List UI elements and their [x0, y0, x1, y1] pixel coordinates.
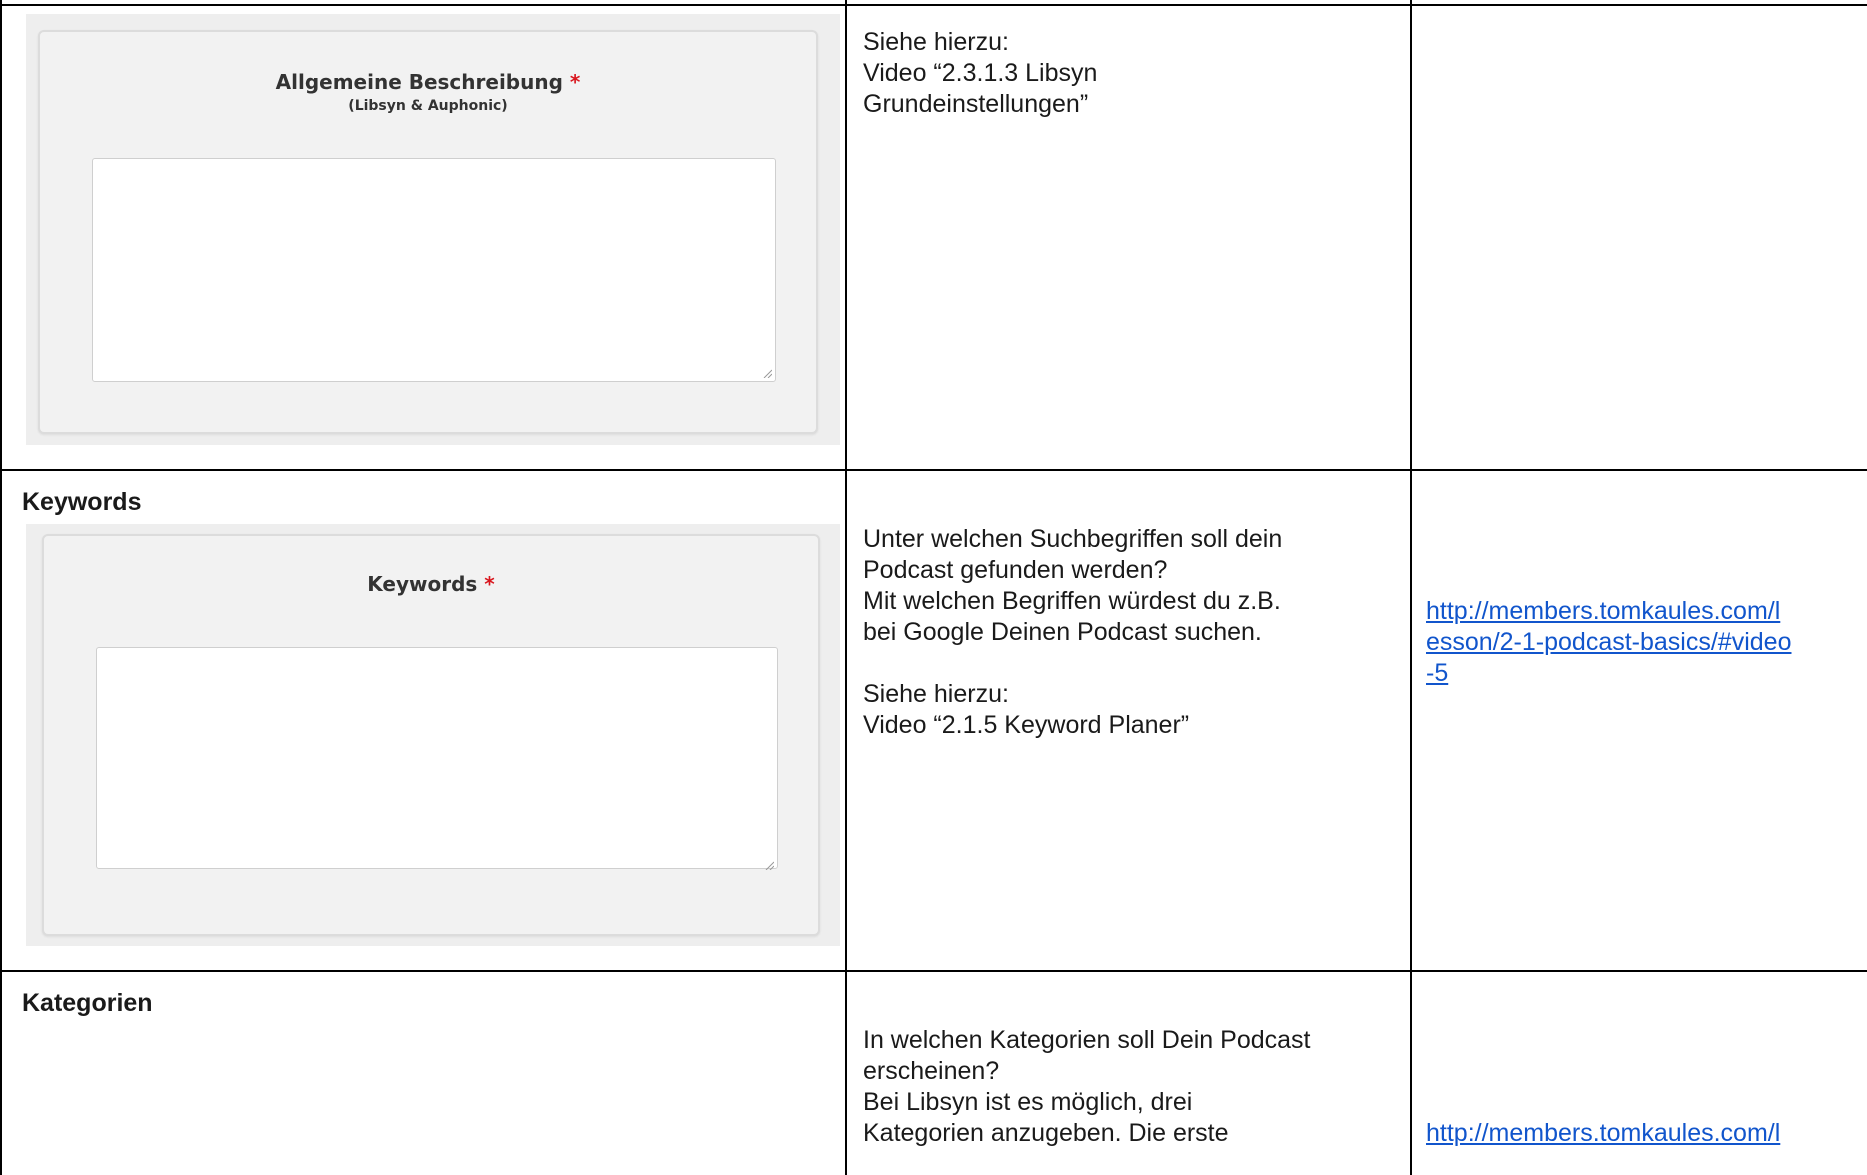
row-2-description: Unter welchen Suchbegriffen soll dein Po…: [863, 524, 1282, 741]
column-divider-2: [1410, 0, 1412, 1175]
screenshot-allgemeine-beschreibung: Allgemeine Beschreibung * (Libsyn & Auph…: [26, 14, 840, 445]
description-line: In welchen Kategorien soll Dein Podcast: [863, 1026, 1311, 1054]
description-line: Unter welchen Suchbegriffen soll dein: [863, 525, 1283, 553]
document-table: Allgemeine Beschreibung * (Libsyn & Auph…: [0, 0, 1867, 1175]
row-1-description: Siehe hierzu: Video “2.3.1.3 Libsyn Grun…: [863, 27, 1097, 120]
lesson-link[interactable]: -5: [1426, 658, 1791, 689]
form-panel: Keywords *: [42, 534, 820, 936]
required-asterisk: *: [569, 70, 581, 94]
row-3-link-cell: http://members.tomkaules.com/l: [1426, 1118, 1780, 1149]
row-divider-1: [0, 469, 1867, 471]
description-line: Bei Libsyn ist es möglich, drei: [863, 1088, 1193, 1116]
resize-grip-icon[interactable]: [764, 860, 774, 870]
column-divider-1: [845, 0, 847, 1175]
description-line: Mit welchen Begriffen würdest du z.B.: [863, 587, 1281, 615]
description-line: Grundeinstellungen”: [863, 90, 1089, 118]
row-label-keywords: Keywords: [22, 488, 142, 516]
keywords-textarea[interactable]: [96, 647, 778, 869]
form-field-subtitle: (Libsyn & Auphonic): [348, 98, 508, 114]
description-line: Kategorien anzugeben. Die erste: [863, 1119, 1229, 1147]
form-field-title-text: Allgemeine Beschreibung: [275, 70, 563, 94]
lesson-link[interactable]: http://members.tomkaules.com/l: [1426, 596, 1791, 627]
row-2-link-cell: http://members.tomkaules.com/l esson/2-1…: [1426, 596, 1791, 689]
description-blank-line: [863, 648, 1282, 679]
required-asterisk: *: [484, 572, 495, 596]
description-line: bei Google Deinen Podcast suchen.: [863, 618, 1262, 646]
resize-grip-icon[interactable]: [762, 368, 772, 378]
description-line: Video “2.3.1.3 Libsyn: [863, 59, 1098, 87]
form-field-title-text: Keywords: [367, 572, 478, 596]
description-line: erscheinen?: [863, 1057, 1000, 1085]
row-label-kategorien: Kategorien: [22, 989, 153, 1017]
form-field-title: Keywords *: [44, 572, 818, 596]
description-line: Podcast gefunden werden?: [863, 556, 1168, 584]
form-panel: Allgemeine Beschreibung * (Libsyn & Auph…: [38, 30, 818, 434]
row-divider-2: [0, 970, 1867, 972]
description-line: Siehe hierzu:: [863, 28, 1009, 56]
description-line: Video “2.1.5 Keyword Planer”: [863, 711, 1190, 739]
table-border-top: [0, 4, 1867, 6]
form-field-title: Allgemeine Beschreibung *: [40, 70, 816, 94]
row-3-description: In welchen Kategorien soll Dein Podcast …: [863, 1025, 1311, 1149]
screenshot-keywords: Keywords *: [26, 524, 840, 946]
table-border-left: [0, 0, 2, 1175]
description-line: Siehe hierzu:: [863, 680, 1009, 708]
description-textarea[interactable]: [92, 158, 776, 382]
lesson-link[interactable]: http://members.tomkaules.com/l: [1426, 1118, 1780, 1149]
lesson-link[interactable]: esson/2-1-podcast-basics/#video: [1426, 627, 1791, 658]
